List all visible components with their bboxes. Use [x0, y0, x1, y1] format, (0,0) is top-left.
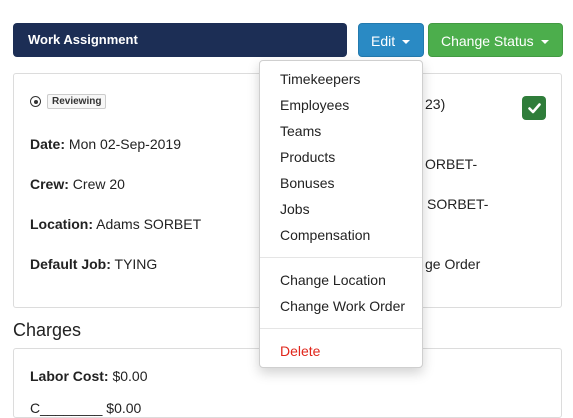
menu-item-jobs[interactable]: Jobs	[280, 201, 310, 217]
location-value: Adams SORBET	[96, 216, 202, 232]
menu-item-change-location[interactable]: Change Location	[280, 272, 386, 288]
caret-down-icon	[540, 40, 549, 45]
crew-label: Crew:	[30, 176, 69, 192]
labor-cost-value: $0.00	[112, 368, 148, 384]
change-status-label: Change Status	[441, 33, 534, 49]
labor-cost-label: Labor Cost:	[30, 368, 109, 384]
location-label: Location:	[30, 216, 93, 232]
date-label: Date:	[30, 136, 66, 152]
default-job-value: TYING	[114, 256, 158, 272]
default-job-label: Default Job:	[30, 256, 111, 272]
menu-item-change-work-order[interactable]: Change Work Order	[280, 298, 405, 314]
edit-dropdown-menu: Timekeepers Employees Teams Products Bon…	[259, 60, 423, 368]
page-title: Work Assignment	[13, 23, 347, 57]
crew-value: Crew 20	[72, 176, 125, 192]
partial-charge-line: C________ $0.00	[30, 400, 142, 416]
date-field: Date: Mon 02-Sep-2019	[30, 136, 181, 152]
menu-item-employees[interactable]: Employees	[280, 97, 349, 113]
edit-button-label: Edit	[371, 33, 396, 49]
menu-divider	[260, 328, 422, 329]
date-value: Mon 02-Sep-2019	[68, 136, 181, 152]
status-badge: Reviewing	[47, 94, 107, 109]
menu-item-compensation[interactable]: Compensation	[280, 227, 370, 243]
menu-divider	[260, 257, 422, 258]
right-text-4: ge Order	[425, 256, 481, 272]
menu-item-delete[interactable]: Delete	[280, 343, 320, 359]
labor-cost-field: Labor Cost: $0.00	[30, 368, 148, 384]
caret-down-icon	[402, 40, 411, 45]
right-text-2: ORBET-	[425, 156, 478, 172]
menu-item-teams[interactable]: Teams	[280, 123, 321, 139]
location-field: Location: Adams SORBET	[30, 216, 201, 232]
menu-item-timekeepers[interactable]: Timekeepers	[280, 71, 360, 87]
charges-title: Charges	[13, 320, 82, 340]
menu-item-products[interactable]: Products	[280, 149, 335, 165]
default-job-field: Default Job: TYING	[30, 256, 157, 272]
edit-button[interactable]: Edit	[358, 23, 424, 57]
change-status-button[interactable]: Change Status	[428, 23, 563, 57]
crew-field: Crew: Crew 20	[30, 176, 125, 192]
confirm-checkbox[interactable]	[522, 96, 546, 120]
radio-icon	[30, 96, 41, 107]
menu-item-bonuses[interactable]: Bonuses	[280, 175, 334, 191]
right-text-1: 23)	[425, 96, 446, 112]
status-row: Reviewing	[30, 94, 107, 109]
checkmark-icon	[527, 102, 541, 113]
right-text-3: SORBET-	[427, 196, 489, 212]
